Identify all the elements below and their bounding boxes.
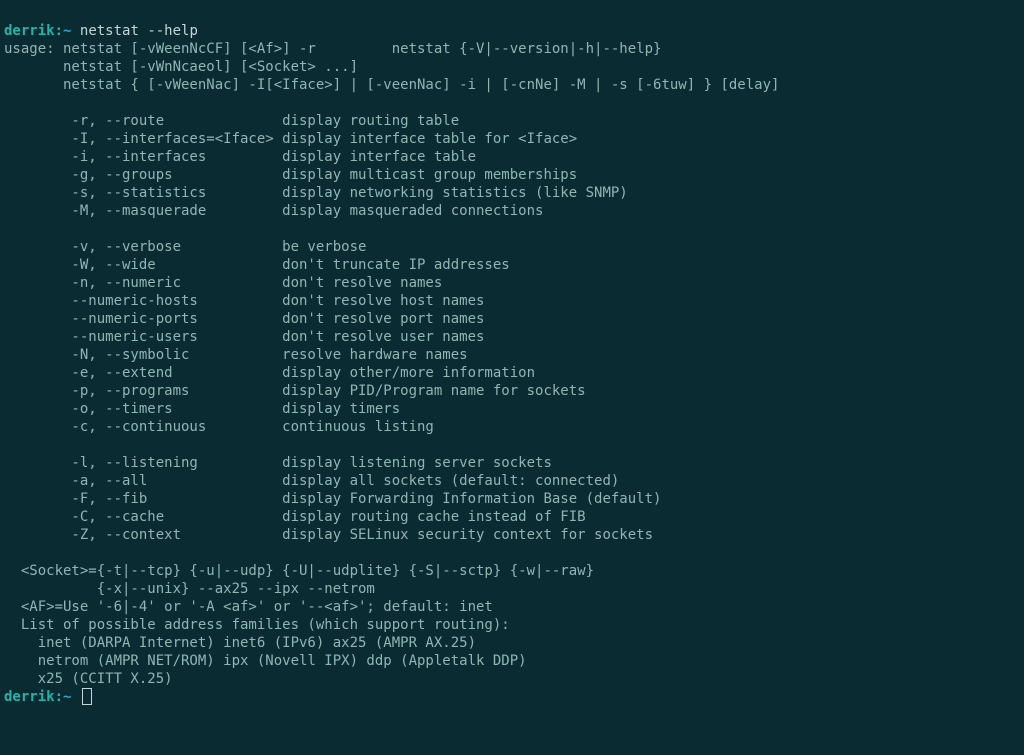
output-line: List of possible address families (which… xyxy=(4,617,510,633)
output-line: netrom (AMPR NET/ROM) ipx (Novell IPX) d… xyxy=(4,653,527,669)
output-line: -M, --masquerade display masqueraded con… xyxy=(4,203,543,219)
output-line: --numeric-users don't resolve user names xyxy=(4,329,484,345)
prompt-sep: : xyxy=(55,689,63,705)
output-line: -v, --verbose be verbose xyxy=(4,239,366,255)
prompt-sep: : xyxy=(55,23,63,39)
terminal-window[interactable]: derrik:~ netstat --help usage: netstat [… xyxy=(0,0,1024,755)
output-line: -I, --interfaces=<Iface> display interfa… xyxy=(4,131,577,147)
output-line: netstat { [-vWeenNac] -I[<Iface>] | [-ve… xyxy=(4,77,779,93)
output-line: x25 (CCITT X.25) xyxy=(4,671,173,687)
output-line: inet (DARPA Internet) inet6 (IPv6) ax25 … xyxy=(4,635,476,651)
output-line: usage: netstat [-vWeenNcCF] [<Af>] -r ne… xyxy=(4,41,661,57)
prompt-line-1: derrik:~ netstat --help xyxy=(4,23,198,39)
output-line: -o, --timers display timers xyxy=(4,401,400,417)
output-line: <Socket>={-t|--tcp} {-u|--udp} {-U|--udp… xyxy=(4,563,594,579)
output-line: --numeric-ports don't resolve port names xyxy=(4,311,484,327)
prompt-path: ~ xyxy=(63,23,71,39)
output-line: -F, --fib display Forwarding Information… xyxy=(4,491,661,507)
output-line: -a, --all display all sockets (default: … xyxy=(4,473,619,489)
output-line: netstat [-vWnNcaeol] [<Socket> ...] xyxy=(4,59,358,75)
prompt-user: derrik xyxy=(4,689,55,705)
output-line: -i, --interfaces display interface table xyxy=(4,149,476,165)
prompt-path: ~ xyxy=(63,689,71,705)
output-line: --numeric-hosts don't resolve host names xyxy=(4,293,484,309)
output-line: -W, --wide don't truncate IP addresses xyxy=(4,257,510,273)
cursor-icon xyxy=(82,688,92,705)
output-line: -g, --groups display multicast group mem… xyxy=(4,167,577,183)
prompt-line-2[interactable]: derrik:~ xyxy=(4,689,92,705)
output-line: -c, --continuous continuous listing xyxy=(4,419,434,435)
output-line: -r, --route display routing table xyxy=(4,113,459,129)
output-line: -N, --symbolic resolve hardware names xyxy=(4,347,468,363)
output-line: {-x|--unix} --ax25 --ipx --netrom xyxy=(4,581,375,597)
output-line: -l, --listening display listening server… xyxy=(4,455,552,471)
output-line: <AF>=Use '-6|-4' or '-A <af>' or '--<af>… xyxy=(4,599,493,615)
output-line: -n, --numeric don't resolve names xyxy=(4,275,442,291)
prompt-user: derrik xyxy=(4,23,55,39)
output-line: -s, --statistics display networking stat… xyxy=(4,185,628,201)
output-line: -Z, --context display SELinux security c… xyxy=(4,527,653,543)
output-line: -p, --programs display PID/Program name … xyxy=(4,383,586,399)
output-line: -C, --cache display routing cache instea… xyxy=(4,509,586,525)
output-line: -e, --extend display other/more informat… xyxy=(4,365,535,381)
command-1: netstat --help xyxy=(80,23,198,39)
